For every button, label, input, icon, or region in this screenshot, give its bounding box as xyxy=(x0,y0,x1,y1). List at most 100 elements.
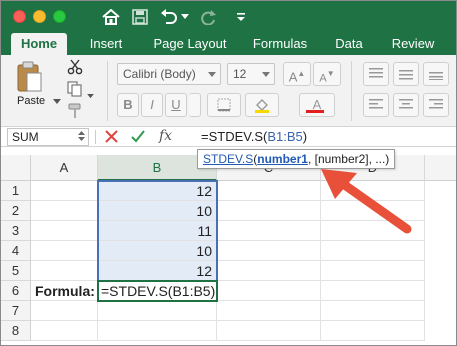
cell-b1[interactable]: 12 xyxy=(98,181,217,201)
align-bottom-button[interactable] xyxy=(423,62,449,86)
row-header-6[interactable]: 6 xyxy=(1,281,31,301)
underline-dropdown-icon[interactable] xyxy=(189,93,201,117)
italic-button[interactable]: I xyxy=(141,93,163,117)
minimize-window-button[interactable] xyxy=(33,10,46,23)
cell-b8[interactable] xyxy=(98,321,217,341)
cell-c5[interactable] xyxy=(217,261,321,281)
formula-range-ref: B1:B5 xyxy=(267,129,303,144)
paste-button[interactable] xyxy=(15,61,45,96)
cell-c1[interactable] xyxy=(217,181,321,201)
name-box-value: SUM xyxy=(12,130,39,144)
font-name-select[interactable]: Calibri (Body) xyxy=(117,63,221,85)
enter-check-icon[interactable] xyxy=(131,130,145,146)
cell-d8[interactable] xyxy=(321,321,425,341)
cell-a8[interactable] xyxy=(31,321,98,341)
cell-c4[interactable] xyxy=(217,241,321,261)
cell-b5[interactable]: 12 xyxy=(98,261,217,281)
tab-home[interactable]: Home xyxy=(11,33,67,55)
cancel-entry-icon[interactable] xyxy=(105,130,118,146)
undo-dropdown-icon[interactable] xyxy=(179,5,191,29)
ribbon-divider xyxy=(351,61,352,121)
font-size-value: 12 xyxy=(233,67,247,81)
cell-a1[interactable] xyxy=(31,181,98,201)
cut-icon[interactable] xyxy=(67,59,83,78)
customize-toolbar-icon[interactable] xyxy=(233,5,249,29)
borders-button[interactable] xyxy=(207,93,241,117)
close-window-button[interactable] xyxy=(13,10,26,23)
save-icon[interactable] xyxy=(129,5,151,29)
name-box-stepper-icon[interactable] xyxy=(78,130,85,146)
fill-color-button[interactable] xyxy=(245,93,279,117)
copy-icon[interactable] xyxy=(67,81,83,100)
underline-button[interactable]: U xyxy=(165,93,187,117)
cell-a5[interactable] xyxy=(31,261,98,281)
formula-input[interactable]: =STDEV.S(B1:B5) xyxy=(201,129,307,144)
cell-b3[interactable]: 11 xyxy=(98,221,217,241)
tooltip-function-link[interactable]: STDEV.S xyxy=(203,152,253,166)
home-icon[interactable] xyxy=(99,5,123,29)
tooltip-arg-number1[interactable]: number1 xyxy=(257,152,308,166)
tab-review[interactable]: Review xyxy=(385,33,441,55)
undo-icon[interactable] xyxy=(159,5,179,29)
chevron-down-icon xyxy=(208,64,216,84)
cell-a2[interactable] xyxy=(31,201,98,221)
row-header-5[interactable]: 5 xyxy=(1,261,31,281)
formula-suffix: ) xyxy=(302,129,308,144)
align-middle-button[interactable] xyxy=(393,62,419,86)
formula-bar-divider xyxy=(95,130,96,144)
increase-font-size-button[interactable]: A▲ xyxy=(283,62,311,86)
tab-insert[interactable]: Insert xyxy=(81,33,131,55)
insert-function-button[interactable]: fx xyxy=(159,128,172,144)
cell-a6[interactable]: Formula: xyxy=(31,281,98,301)
cell-b4[interactable]: 10 xyxy=(98,241,217,261)
formula-bar: SUM fx =STDEV.S(B1:B5) xyxy=(1,127,456,147)
zoom-window-button[interactable] xyxy=(53,10,66,23)
bold-button[interactable]: B xyxy=(117,93,139,117)
copy-dropdown-icon[interactable] xyxy=(87,87,94,102)
column-header-a[interactable]: A xyxy=(31,155,98,181)
align-center-button[interactable] xyxy=(393,93,419,117)
row-header-3[interactable]: 3 xyxy=(1,221,31,241)
align-left-button[interactable] xyxy=(363,93,389,117)
cell-a3[interactable] xyxy=(31,221,98,241)
paste-label: Paste xyxy=(17,95,46,107)
cell-d4[interactable] xyxy=(321,241,425,261)
redo-icon[interactable] xyxy=(199,5,219,29)
column-header-e[interactable] xyxy=(425,155,456,181)
align-top-button[interactable] xyxy=(363,62,389,86)
cell-a4[interactable] xyxy=(31,241,98,261)
cell-b2[interactable]: 10 xyxy=(98,201,217,221)
cell-d6[interactable] xyxy=(321,281,425,301)
row-header-1[interactable]: 1 xyxy=(1,181,31,201)
cell-d7[interactable] xyxy=(321,301,425,321)
cell-a7[interactable] xyxy=(31,301,98,321)
ribbon-divider xyxy=(107,61,108,121)
tab-data[interactable]: Data xyxy=(329,33,369,55)
annotation-arrow-icon xyxy=(321,169,412,234)
row-header-7[interactable]: 7 xyxy=(1,301,31,321)
ribbon-home: Paste Calibri (Body) 12 A▲ A▼ B I U A xyxy=(1,55,456,127)
paste-dropdown-icon[interactable] xyxy=(53,93,61,108)
cell-c2[interactable] xyxy=(217,201,321,221)
shrink-font-glyph: A xyxy=(319,72,327,85)
cell-c8[interactable] xyxy=(217,321,321,341)
cell-c6[interactable] xyxy=(217,281,321,301)
row-header-4[interactable]: 4 xyxy=(1,241,31,261)
font-color-button[interactable]: A xyxy=(299,93,335,117)
cell-c7[interactable] xyxy=(217,301,321,321)
tab-formulas[interactable]: Formulas xyxy=(245,33,315,55)
cell-d5[interactable] xyxy=(321,261,425,281)
cell-b6[interactable]: =STDEV.S(B1:B5) xyxy=(98,281,217,301)
cell-b7[interactable] xyxy=(98,301,217,321)
cell-c3[interactable] xyxy=(217,221,321,241)
row-header-8[interactable]: 8 xyxy=(1,321,31,341)
font-name-value: Calibri (Body) xyxy=(123,67,196,81)
font-size-select[interactable]: 12 xyxy=(227,63,275,85)
decrease-font-size-button[interactable]: A▼ xyxy=(313,62,341,86)
align-right-button[interactable] xyxy=(423,93,449,117)
tab-page-layout[interactable]: Page Layout xyxy=(145,33,235,55)
format-painter-icon[interactable] xyxy=(67,103,83,122)
select-all-corner[interactable] xyxy=(1,155,31,181)
row-header-2[interactable]: 2 xyxy=(1,201,31,221)
name-box[interactable]: SUM xyxy=(7,128,89,146)
